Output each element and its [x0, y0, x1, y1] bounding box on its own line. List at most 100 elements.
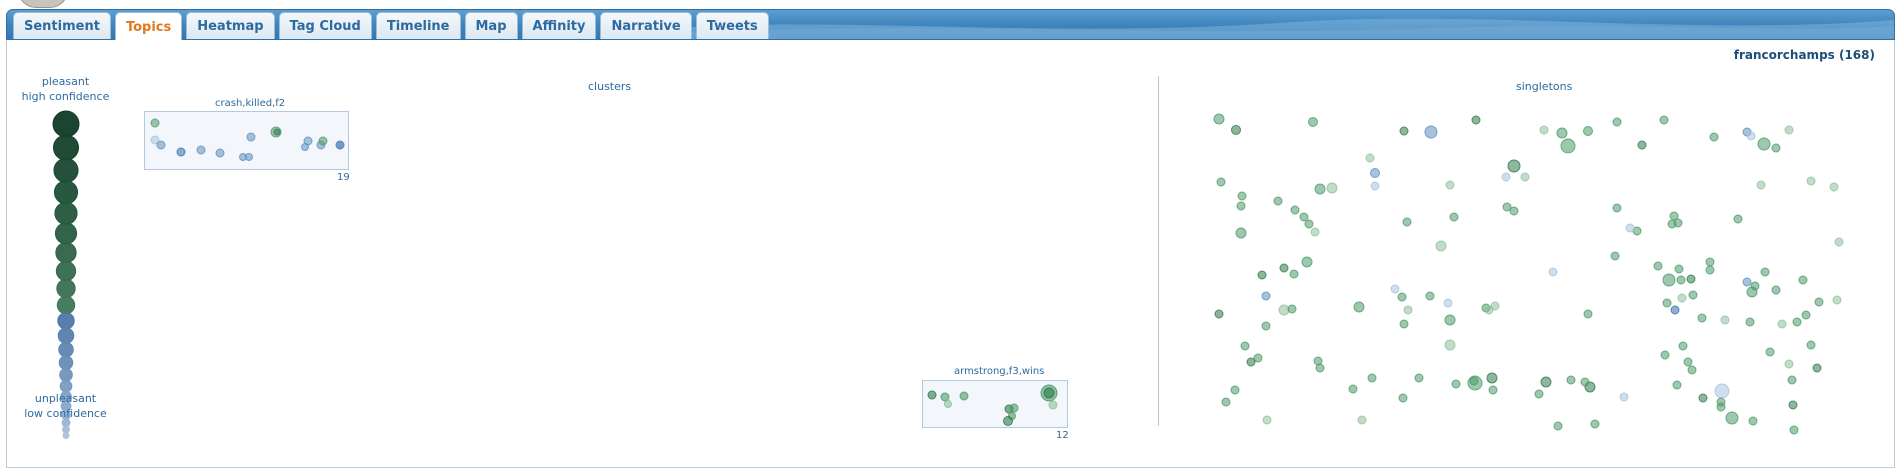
singleton-bubble[interactable] — [1625, 223, 1635, 233]
cluster-bubble[interactable] — [1003, 416, 1013, 426]
singleton-bubble[interactable] — [1444, 314, 1456, 326]
singleton-bubble[interactable] — [1425, 291, 1435, 301]
singleton-bubble[interactable] — [1798, 275, 1808, 285]
singleton-bubble[interactable] — [1705, 257, 1715, 267]
cluster-bubble[interactable] — [215, 148, 225, 158]
singleton-bubble[interactable] — [1612, 203, 1622, 213]
singleton-bubble[interactable] — [1397, 292, 1407, 302]
singleton-bubble[interactable] — [1659, 115, 1669, 125]
singleton-bubble[interactable] — [1677, 293, 1687, 303]
singleton-bubble[interactable] — [1278, 304, 1290, 316]
tab-map[interactable]: Map — [464, 12, 518, 39]
cluster-bubble[interactable] — [944, 400, 952, 408]
singleton-bubble[interactable] — [1403, 305, 1413, 315]
singleton-bubble[interactable] — [1246, 357, 1256, 367]
singleton-bubble[interactable] — [1746, 286, 1758, 298]
cluster-bubble[interactable] — [1009, 403, 1019, 413]
singleton-bubble[interactable] — [1733, 214, 1743, 224]
singleton-bubble[interactable] — [1697, 313, 1707, 323]
singleton-bubble[interactable] — [1236, 201, 1246, 211]
singleton-bubble[interactable] — [1326, 182, 1338, 194]
singleton-bubble[interactable] — [1637, 140, 1647, 150]
cluster-bubble[interactable] — [927, 390, 937, 400]
singleton-bubble[interactable] — [1240, 341, 1250, 351]
singleton-bubble[interactable] — [1716, 402, 1726, 412]
singleton-bubble[interactable] — [1756, 180, 1766, 190]
cluster-bubble[interactable] — [940, 392, 950, 402]
singleton-bubble[interactable] — [1424, 125, 1438, 139]
singleton-bubble[interactable] — [1788, 400, 1798, 410]
singleton-bubble[interactable] — [1488, 385, 1498, 395]
singleton-bubble[interactable] — [1469, 376, 1479, 386]
singleton-bubble[interactable] — [1806, 340, 1816, 350]
singleton-bubble[interactable] — [1370, 168, 1380, 178]
singleton-bubble[interactable] — [1687, 365, 1697, 375]
tab-topics[interactable]: Topics — [114, 12, 183, 41]
singleton-bubble[interactable] — [1742, 277, 1752, 287]
singleton-bubble[interactable] — [1435, 240, 1447, 252]
singleton-bubble[interactable] — [1548, 267, 1558, 277]
singleton-bubble[interactable] — [1784, 359, 1794, 369]
singleton-bubble[interactable] — [1670, 305, 1680, 315]
singleton-bubble[interactable] — [1660, 350, 1670, 360]
cluster-bubble[interactable] — [156, 140, 166, 150]
cluster-bubble[interactable] — [1048, 400, 1058, 410]
singleton-bubble[interactable] — [1261, 291, 1271, 301]
singleton-bubble[interactable] — [1445, 180, 1455, 190]
singleton-bubble[interactable] — [1556, 127, 1568, 139]
singleton-bubble[interactable] — [1553, 421, 1563, 431]
cluster-bubble[interactable] — [273, 128, 281, 136]
singleton-bubble[interactable] — [1812, 363, 1822, 373]
singleton-bubble[interactable] — [1662, 273, 1676, 287]
tab-affinity[interactable]: Affinity — [521, 12, 597, 39]
singleton-bubble[interactable] — [1534, 389, 1544, 399]
singleton-bubble[interactable] — [1583, 309, 1593, 319]
tab-tag-cloud[interactable]: Tag Cloud — [278, 12, 372, 39]
cluster-bubble[interactable] — [301, 143, 309, 151]
singleton-bubble[interactable] — [1399, 126, 1409, 136]
cluster-bubble[interactable] — [176, 147, 186, 157]
singleton-bubble[interactable] — [1709, 132, 1719, 142]
singleton-bubble[interactable] — [1257, 270, 1267, 280]
singleton-bubble[interactable] — [1314, 183, 1326, 195]
singleton-bubble[interactable] — [1348, 384, 1358, 394]
singleton-bubble[interactable] — [1792, 317, 1802, 327]
singleton-bubble[interactable] — [1290, 205, 1300, 215]
singleton-bubble[interactable] — [1834, 237, 1844, 247]
singleton-bubble[interactable] — [1765, 347, 1775, 357]
singleton-bubble[interactable] — [1590, 419, 1600, 429]
singleton-bubble[interactable] — [1676, 275, 1686, 285]
singleton-bubble[interactable] — [1705, 265, 1715, 275]
singleton-bubble[interactable] — [1414, 373, 1424, 383]
singleton-bubble[interactable] — [1262, 415, 1272, 425]
cluster-bubble[interactable] — [337, 141, 345, 149]
singleton-bubble[interactable] — [1566, 375, 1576, 385]
singleton-bubble[interactable] — [1745, 317, 1755, 327]
singleton-bubble[interactable] — [1801, 310, 1811, 320]
singleton-bubble[interactable] — [1771, 285, 1781, 295]
singleton-bubble[interactable] — [1580, 377, 1590, 387]
singleton-bubble[interactable] — [1443, 298, 1453, 308]
singleton-bubble[interactable] — [1673, 218, 1683, 228]
singleton-bubble[interactable] — [1444, 339, 1456, 351]
singleton-bubble[interactable] — [1507, 159, 1521, 173]
singleton-bubble[interactable] — [1353, 301, 1365, 313]
singleton-bubble[interactable] — [1304, 219, 1314, 229]
cluster-bubble[interactable] — [1043, 387, 1055, 399]
singleton-bubble[interactable] — [1784, 125, 1794, 135]
singleton-bubble[interactable] — [1560, 138, 1576, 154]
singleton-bubble[interactable] — [1367, 373, 1377, 383]
cluster-bubble[interactable] — [245, 153, 253, 161]
singleton-bubble[interactable] — [1583, 126, 1593, 136]
singleton-bubble[interactable] — [1449, 212, 1459, 222]
singleton-bubble[interactable] — [1273, 196, 1283, 206]
singleton-bubble[interactable] — [1757, 137, 1771, 151]
singleton-bubble[interactable] — [1484, 305, 1494, 315]
singleton-bubble[interactable] — [1308, 117, 1318, 127]
singleton-bubble[interactable] — [1471, 115, 1481, 125]
singleton-bubble[interactable] — [1539, 125, 1549, 135]
singleton-bubble[interactable] — [1370, 181, 1380, 191]
singleton-bubble[interactable] — [1357, 415, 1367, 425]
cluster-bubble[interactable] — [959, 391, 969, 401]
tab-timeline[interactable]: Timeline — [375, 12, 461, 39]
